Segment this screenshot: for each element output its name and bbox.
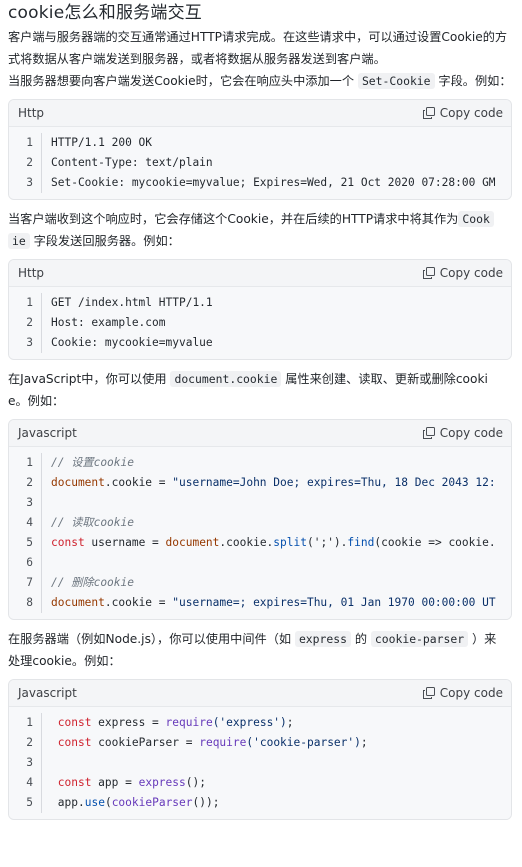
copy-code-button[interactable]: Copy code — [422, 686, 503, 700]
intro-text: 客户端与服务器端的交互通常通过HTTP请求完成。在这些请求中，可以通过设置Coo… — [8, 30, 508, 66]
code-block-http-response: Http Copy code 1 HTTP/1.1 200 OK 2 Content… — [8, 99, 512, 200]
code-body[interactable]: 1 GET /index.html HTTP/1.1 2 Host: example… — [9, 287, 511, 359]
code-line: 6 — [9, 553, 511, 573]
code-line: 1// 设置cookie — [9, 453, 511, 473]
answer-title: cookie怎么和服务端交互 — [8, 3, 202, 23]
code-body[interactable]: 1 HTTP/1.1 200 OK 2 Content-Type: text/pla… — [9, 127, 511, 199]
code-block-node-express: Javascript Copy code 1 const express = r… — [8, 679, 512, 820]
code-language-label: Javascript — [18, 426, 77, 440]
copy-icon — [422, 107, 435, 119]
inline-code: Set-Cookie — [357, 73, 435, 89]
inline-code: cookie-parser — [370, 631, 469, 647]
code-body[interactable]: 1// 设置cookie 2 document.cookie = "usernam… — [9, 447, 511, 619]
code-line: 5 const username = document.cookie.split(… — [9, 533, 511, 553]
copy-icon — [422, 427, 435, 439]
copy-icon — [422, 267, 435, 279]
copy-code-button[interactable]: Copy code — [422, 106, 503, 120]
copy-code-button[interactable]: Copy code — [422, 426, 503, 440]
code-line: 3 Cookie: mycookie=myvalue — [9, 333, 511, 353]
code-line: 3 — [9, 493, 511, 513]
code-block-js-cookie: Javascript Copy code 1// 设置cookie 2 docum… — [8, 419, 512, 620]
code-line: 7// 删除cookie — [9, 573, 511, 593]
code-line: 2 Content-Type: text/plain — [9, 153, 511, 173]
inline-code: express — [294, 631, 351, 647]
code-line: 1 HTTP/1.1 200 OK — [9, 133, 511, 153]
code-line: 5 app.use(cookieParser()); — [9, 793, 511, 813]
inline-code: ie — [8, 233, 30, 249]
p2-paragraph: 当客户端收到这个响应时，它会存储这个Cookie，并在后续的HTTP请求中将其作… — [8, 208, 512, 252]
p1-text: 当服务器想要向客户端发送Cookie时，它会在响应头中添加一个 Set-Cook… — [8, 73, 512, 89]
code-line: 2 const cookieParser = require('cookie-p… — [9, 733, 511, 753]
code-block-http-request: Http Copy code 1 GET /index.html HTTP/1.1… — [8, 259, 512, 360]
p3-paragraph: 在JavaScript中，你可以使用 document.cookie 属性来创建… — [8, 371, 488, 408]
copy-code-button[interactable]: Copy code — [422, 266, 503, 280]
intro-paragraph: 客户端与服务器端的交互通常通过HTTP请求完成。在这些请求中，可以通过设置Coo… — [8, 26, 512, 92]
copy-icon — [422, 687, 435, 699]
code-language-label: Http — [18, 266, 45, 280]
code-line: 3 Set-Cookie: mycookie=myvalue; Expires=W… — [9, 173, 511, 193]
code-line: 3 — [9, 753, 511, 773]
code-body[interactable]: 1 const express = require('express'); 2 … — [9, 707, 511, 819]
code-line: 4// 读取cookie — [9, 513, 511, 533]
code-language-label: Http — [18, 106, 45, 120]
code-line: 1 const express = require('express'); — [9, 713, 511, 733]
inline-code: document.cookie — [170, 371, 282, 387]
code-line: 1 GET /index.html HTTP/1.1 — [9, 293, 511, 313]
code-language-label: Javascript — [18, 686, 77, 700]
code-line: 8 document.cookie = "username=; expires=T… — [9, 593, 511, 613]
code-line: 4 const app = express(); — [9, 773, 511, 793]
code-line: 2 Host: example.com — [9, 313, 511, 333]
p4-paragraph: 在服务器端（例如Node.js），你可以使用中间件（如 express 的 co… — [8, 631, 497, 668]
chat-answer: cookie怎么和服务端交互 客户端与服务器端的交互通常通过HTTP请求完成。在… — [0, 0, 522, 820]
inline-code: Cook — [458, 211, 494, 227]
code-line: 2 document.cookie = "username=John Doe; e… — [9, 473, 511, 493]
